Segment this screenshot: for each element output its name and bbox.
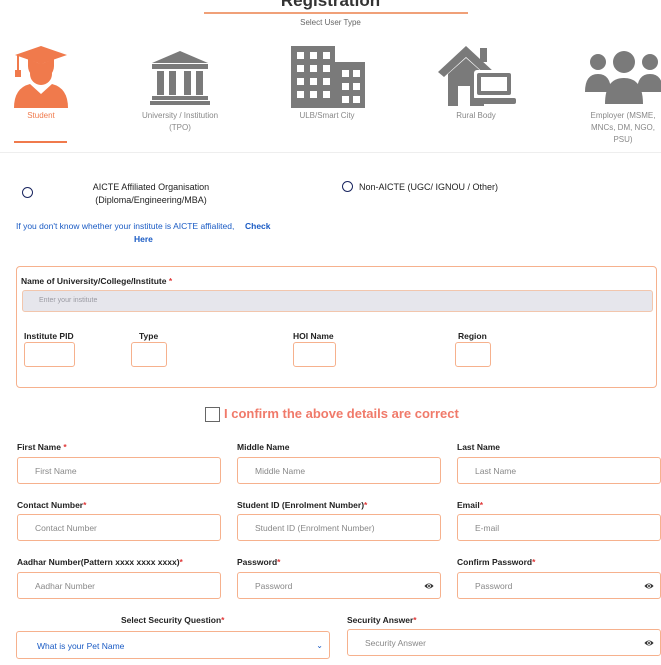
student-id-label: Student ID (Enrolment Number)* <box>237 500 368 510</box>
aicte-radio[interactable] <box>22 187 33 198</box>
last-name-label: Last Name <box>457 442 500 452</box>
confirm-label: I confirm the above details are correct <box>224 406 459 421</box>
rural-house-icon <box>438 46 516 106</box>
contact-number-label: Contact Number* <box>17 500 87 510</box>
type-label: Type <box>139 331 159 341</box>
confirm-password-input[interactable]: Password <box>457 572 661 599</box>
user-type-student-label: Student <box>27 111 55 120</box>
page-title: Registration <box>280 0 381 10</box>
active-tab-underline <box>14 141 67 143</box>
middle-name-input[interactable]: Middle Name <box>237 457 441 484</box>
aicte-info-text: If you don't know whether your institute… <box>16 221 235 231</box>
password-label: Password* <box>237 557 281 567</box>
user-type-employer[interactable]: Employer (MSME, MNCs, DM, NGO, PSU) <box>583 44 661 152</box>
email-label: Email* <box>457 500 483 510</box>
middle-name-label: Middle Name <box>237 442 290 452</box>
security-answer-label: Security Answer* <box>347 615 417 625</box>
hoi-name-label: HOI Name <box>293 331 334 341</box>
people-group-icon <box>585 51 661 104</box>
user-type-student[interactable]: Student <box>10 44 72 144</box>
eye-icon[interactable] <box>644 638 654 648</box>
non-aicte-radio[interactable] <box>342 181 353 192</box>
title-underline <box>204 12 468 14</box>
institute-name-label: Name of University/College/Institute * <box>21 276 173 286</box>
section-divider <box>0 152 661 153</box>
user-type-rural-body[interactable]: Rural Body <box>434 44 518 144</box>
page-subtitle: Select User Type <box>300 18 361 27</box>
aicte-radio-label: AICTE Affiliated Organisation (Diploma/E… <box>92 182 210 205</box>
contact-number-input[interactable]: Contact Number <box>17 514 221 541</box>
user-type-ulb-label: ULB/Smart City <box>299 111 355 120</box>
non-aicte-radio-label: Non-AICTE (UGC/ IGNOU / Other) <box>359 182 499 192</box>
eye-icon[interactable] <box>644 581 654 591</box>
institute-pid-field[interactable] <box>24 342 75 367</box>
type-field[interactable] <box>131 342 167 367</box>
security-question-label: Select Security Question* <box>121 615 225 625</box>
check-here-link[interactable]: Check <box>245 220 271 233</box>
institute-name-input[interactable]: Enter your institute <box>22 290 653 312</box>
aadhar-number-input[interactable]: Aadhar Number <box>17 572 221 599</box>
institution-building-icon <box>150 51 210 105</box>
email-input[interactable]: E-mail <box>457 514 661 541</box>
first-name-label: First Name * <box>17 442 67 452</box>
check-here-link-cont[interactable]: Here <box>134 233 153 246</box>
hoi-name-field[interactable] <box>293 342 336 367</box>
confirm-password-label: Confirm Password* <box>457 557 536 567</box>
chevron-down-icon: ⌄ <box>316 641 323 650</box>
region-field[interactable] <box>455 342 491 367</box>
institute-pid-label: Institute PID <box>24 331 74 341</box>
aadhar-number-label: Aadhar Number(Pattern xxxx xxxx xxxx)* <box>17 557 183 567</box>
last-name-input[interactable]: Last Name <box>457 457 661 484</box>
eye-icon[interactable] <box>424 581 434 591</box>
first-name-input[interactable]: First Name <box>17 457 221 484</box>
confirm-checkbox[interactable] <box>205 407 220 422</box>
security-question-select[interactable]: What is your Pet Name ⌄ <box>16 631 330 659</box>
user-type-university-label: University / Institution (TPO) <box>141 111 219 132</box>
city-buildings-icon <box>291 46 365 108</box>
user-type-ulb[interactable]: ULB/Smart City <box>285 44 369 144</box>
user-type-employer-label: Employer (MSME, MNCs, DM, NGO, PSU) <box>590 111 656 144</box>
student-id-input[interactable]: Student ID (Enrolment Number) <box>237 514 441 541</box>
region-label: Region <box>458 331 487 341</box>
security-answer-input[interactable]: Security Answer <box>347 629 661 656</box>
user-type-university[interactable]: University / Institution (TPO) <box>140 44 220 144</box>
user-type-rural-body-label: Rural Body <box>456 111 496 120</box>
graduate-icon <box>14 46 68 108</box>
password-input[interactable]: Password <box>237 572 441 599</box>
